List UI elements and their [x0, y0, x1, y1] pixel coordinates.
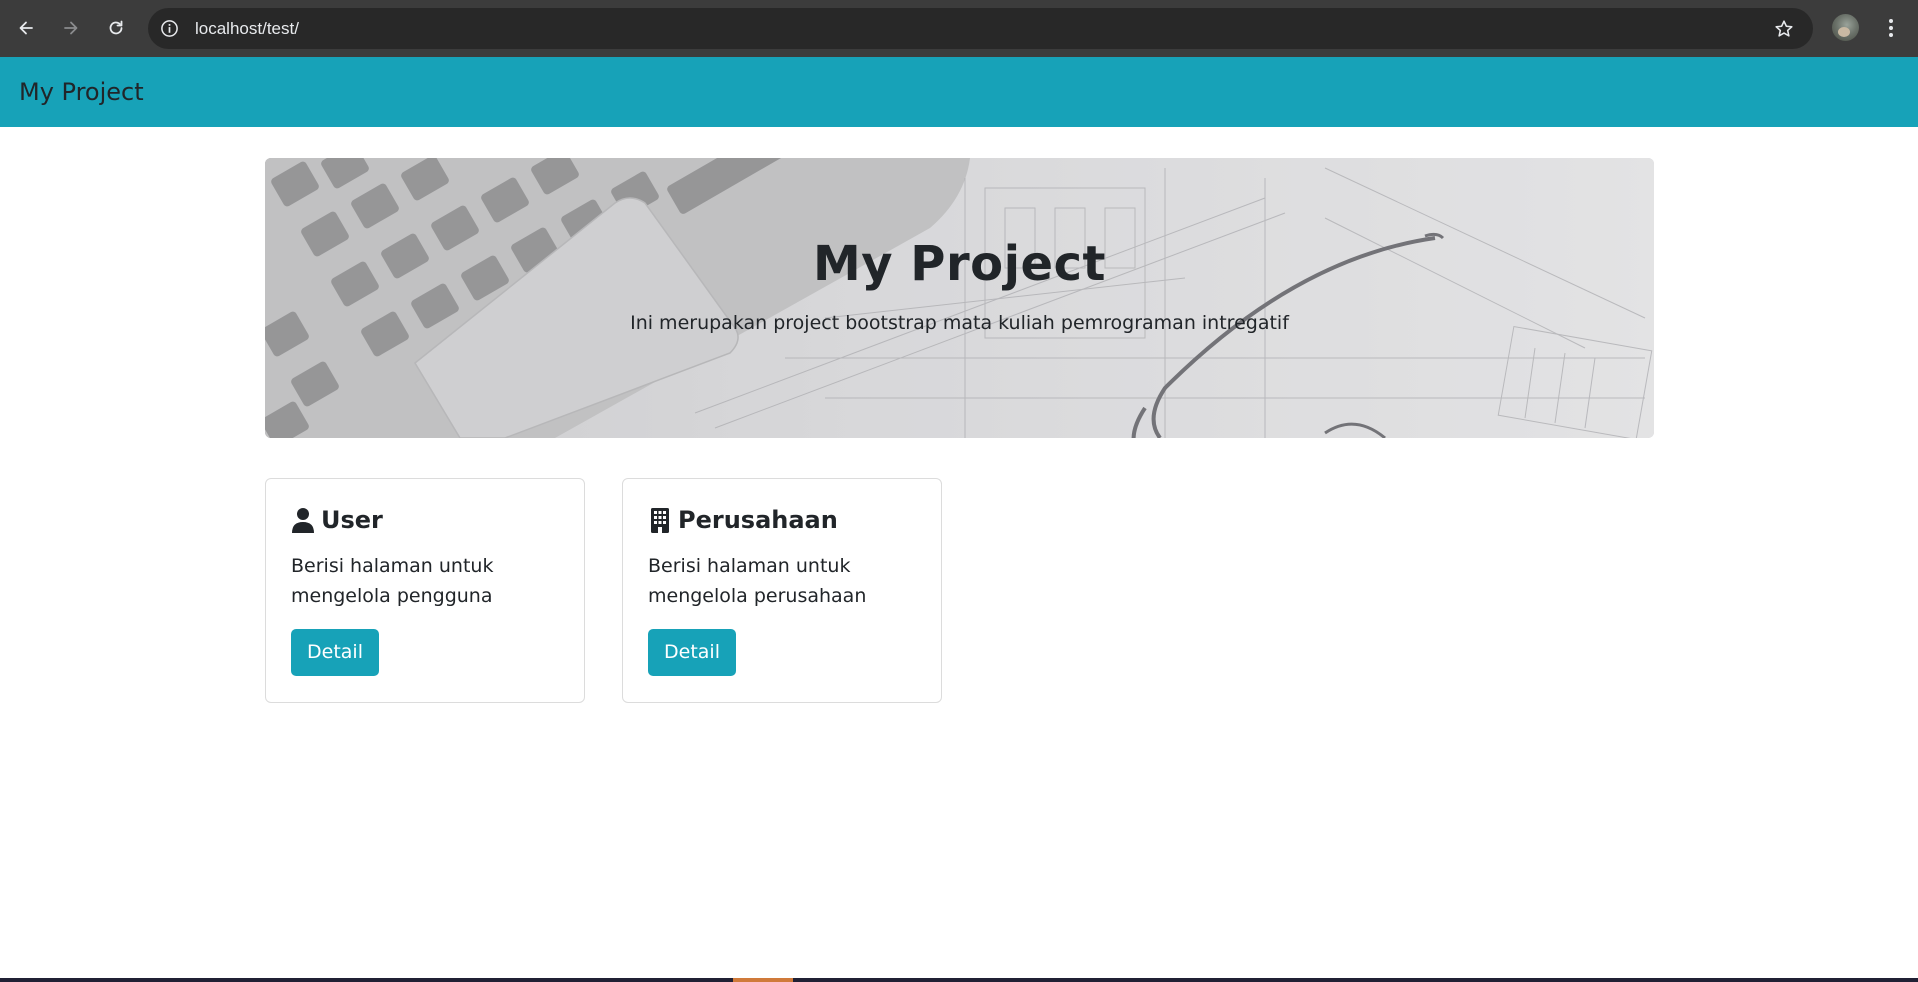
browser-toolbar: localhost/test/ [0, 0, 1918, 57]
arrow-right-icon [64, 21, 78, 35]
back-button[interactable] [12, 14, 40, 42]
arrow-left-icon [19, 21, 33, 35]
jumbotron-lead: Ini merupakan project bootstrap mata kul… [630, 312, 1289, 334]
reload-button[interactable] [102, 14, 130, 42]
reload-icon [109, 20, 123, 35]
building-icon [651, 508, 669, 533]
star-icon[interactable] [1773, 18, 1795, 40]
address-bar[interactable]: localhost/test/ [148, 8, 1813, 49]
user-card: User Berisi halaman untuk mengelola peng… [265, 478, 585, 703]
perusahaan-detail-button[interactable]: Detail [648, 629, 736, 676]
user-card-text: Berisi halaman untuk mengelola pengguna [291, 555, 494, 607]
perusahaan-card-text: Berisi halaman untuk mengelola perusahaa… [648, 555, 867, 607]
forward-button[interactable] [57, 14, 85, 42]
user-card-title-text: User [321, 506, 383, 534]
navbar: My Project [0, 57, 1918, 127]
perusahaan-card: Perusahaan Berisi halaman untuk mengelol… [622, 478, 942, 703]
user-icon [292, 508, 314, 533]
taskbar-strip [0, 978, 1918, 982]
profile-avatar[interactable] [1832, 14, 1859, 41]
jumbotron: My Project Ini merupakan project bootstr… [265, 158, 1654, 438]
perusahaan-card-title-text: Perusahaan [678, 506, 838, 534]
perusahaan-card-title: Perusahaan [648, 503, 838, 537]
jumbotron-title: My Project [813, 236, 1106, 292]
kebab-menu-icon[interactable] [1880, 14, 1902, 42]
info-icon[interactable] [160, 19, 179, 38]
url-text[interactable]: localhost/test/ [195, 8, 299, 49]
user-detail-button[interactable]: Detail [291, 629, 379, 676]
jumbotron-background-image [265, 158, 1654, 438]
user-card-title: User [291, 503, 383, 537]
navbar-brand[interactable]: My Project [19, 57, 144, 127]
taskbar-active-indicator [733, 978, 793, 982]
